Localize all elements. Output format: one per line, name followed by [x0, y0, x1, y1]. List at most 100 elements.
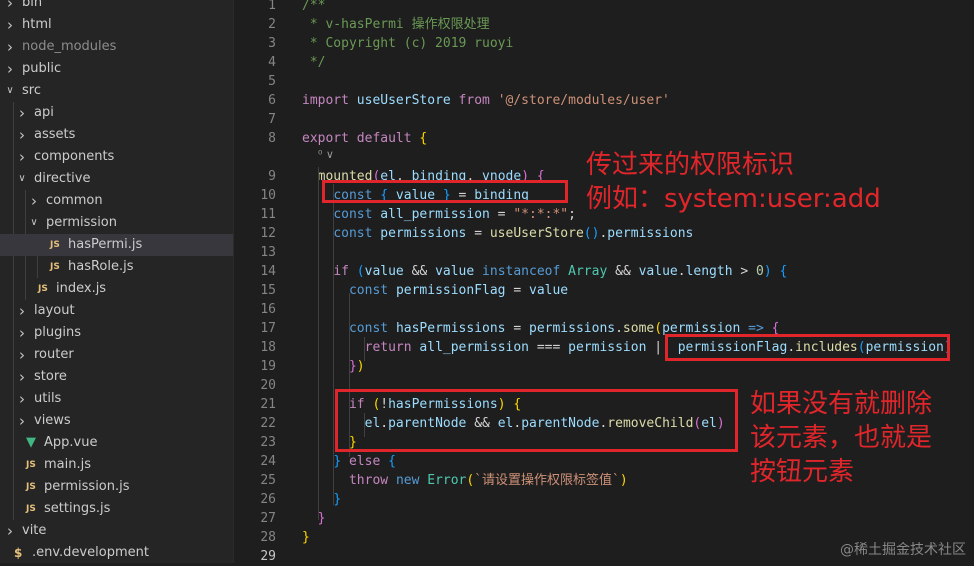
chevron-right-icon: ›: [7, 16, 13, 34]
explorer-file[interactable]: JS index.js: [0, 278, 233, 300]
explorer-item-label: permission.js: [44, 479, 130, 494]
indent-guide: [318, 167, 319, 520]
code-token: =: [505, 283, 529, 298]
explorer-item-label: store: [34, 369, 67, 384]
explorer-file[interactable]: $ .env.development: [0, 542, 233, 563]
code-line[interactable]: }: [302, 528, 310, 547]
code-line[interactable]: }: [302, 490, 341, 509]
code-token: * v-hasPermi 操作权限处理: [302, 17, 490, 32]
explorer-file[interactable]: JS permission.js: [0, 476, 233, 498]
explorer-item-label: components: [34, 149, 115, 164]
explorer-folder[interactable]: › layout: [0, 300, 233, 322]
explorer-file[interactable]: JS hasRole.js: [0, 256, 233, 278]
explorer-folder[interactable]: › components: [0, 146, 233, 168]
code-token: permissions: [380, 226, 467, 241]
annotation-remove-note: 如果没有就删除 该元素，也就是 按钮元素: [750, 389, 933, 487]
code-line[interactable]: if (value && value instanceof Array && v…: [302, 262, 787, 281]
explorer-file[interactable]: ▼ App.vue: [0, 432, 233, 454]
explorer-folder[interactable]: ∨ src: [0, 80, 233, 102]
explorer-file[interactable]: JS settings.js: [0, 498, 233, 520]
code-token: =: [466, 226, 490, 241]
code-token: const: [333, 207, 373, 222]
code-token: {: [388, 454, 396, 469]
line-number: 15: [260, 283, 276, 298]
vue-file-icon: ▼: [26, 435, 36, 450]
chevron-right-icon: ›: [19, 148, 25, 166]
line-number: 2: [268, 17, 276, 32]
chevron-right-icon: ›: [19, 324, 25, 342]
explorer-item-label: bin: [22, 0, 43, 10]
watermark: @稀土掘金技术社区: [840, 542, 966, 558]
explorer-folder[interactable]: › views: [0, 410, 233, 432]
explorer-folder[interactable]: › common: [0, 190, 233, 212]
js-file-icon: JS: [50, 262, 60, 272]
code-token: value: [435, 264, 475, 279]
line-number-gutter: 1 2 3 4 5 6 7 8 9 10 11 12 13 14 15 16 17 18 19 20 21 22 23 24 2…: [234, 0, 284, 564]
line-number: 13: [260, 245, 276, 260]
chevron-right-icon: ›: [19, 346, 25, 364]
code-line[interactable]: export default {: [302, 129, 427, 148]
code-token: (): [583, 226, 600, 241]
code-token: if: [333, 264, 349, 279]
chevron-right-icon: ›: [31, 192, 37, 210]
code-line[interactable]: }: [302, 509, 326, 528]
code-line[interactable]: const permissions = useUserStore().permi…: [302, 224, 693, 243]
code-token: /**: [302, 0, 326, 13]
explorer-folder[interactable]: › api: [0, 102, 233, 124]
explorer-folder[interactable]: ∨ permission: [0, 212, 233, 234]
explorer-item-label: public: [22, 61, 62, 76]
chevron-right-icon: ›: [19, 368, 25, 386]
explorer-folder[interactable]: ∨ directive: [0, 168, 233, 190]
line-number: 25: [260, 473, 276, 488]
chevron-right-icon: ›: [19, 104, 25, 122]
explorer-folder[interactable]: › public: [0, 58, 233, 80]
explorer-folder[interactable]: › html: [0, 14, 233, 36]
code-line[interactable]: const permissionFlag = value: [302, 281, 568, 300]
explorer-folder[interactable]: › node_modules: [0, 36, 233, 58]
explorer-folder[interactable]: › assets: [0, 124, 233, 146]
code-token: const: [348, 321, 389, 336]
explorer-folder[interactable]: › router: [0, 344, 233, 366]
explorer-item-label: App.vue: [44, 435, 98, 450]
code-token: length: [685, 264, 733, 279]
code-token: else: [348, 454, 381, 469]
code-token: permission: [568, 340, 647, 355]
line-number: 20: [260, 378, 276, 393]
code-token: value: [364, 264, 404, 279]
code-line[interactable]: const all_permission = "*:*:*";: [302, 205, 576, 224]
explorer-folder[interactable]: › bin: [0, 0, 233, 14]
code-line[interactable]: */: [302, 53, 326, 72]
code-line[interactable]: * Copyright (c) 2019 ruoyi: [302, 34, 514, 53]
code-token: (: [356, 264, 365, 279]
explorer-item-label: node_modules: [22, 39, 117, 54]
highlight-box-binding: [322, 180, 568, 203]
code-token: permissionFlag: [395, 283, 506, 298]
line-number: 19: [260, 359, 276, 374]
js-file-icon: JS: [26, 504, 36, 514]
code-token: .: [677, 264, 686, 279]
explorer-file[interactable]: JS hasPermi.js: [0, 234, 233, 256]
explorer-folder[interactable]: › store: [0, 366, 233, 388]
code-line[interactable]: import useUserStore from '@/store/module…: [302, 91, 670, 110]
chevron-down-icon: ∨: [6, 85, 14, 96]
code-line[interactable]: * v-hasPermi 操作权限处理: [302, 15, 490, 34]
chevron-right-icon: ›: [7, 522, 13, 540]
explorer-folder[interactable]: › vite: [0, 520, 233, 542]
js-file-icon: JS: [26, 482, 36, 492]
explorer-item-label: views: [34, 413, 71, 428]
explorer-file[interactable]: JS main.js: [0, 454, 233, 476]
code-line[interactable]: throw new Error(`请设置操作权限标签值`): [302, 471, 628, 490]
explorer-folder[interactable]: › plugins: [0, 322, 233, 344]
line-number: 14: [260, 264, 276, 279]
explorer-folder[interactable]: › utils: [0, 388, 233, 410]
explorer-item-label: hasPermi.js: [68, 237, 143, 252]
code-line[interactable]: /**: [302, 0, 325, 15]
